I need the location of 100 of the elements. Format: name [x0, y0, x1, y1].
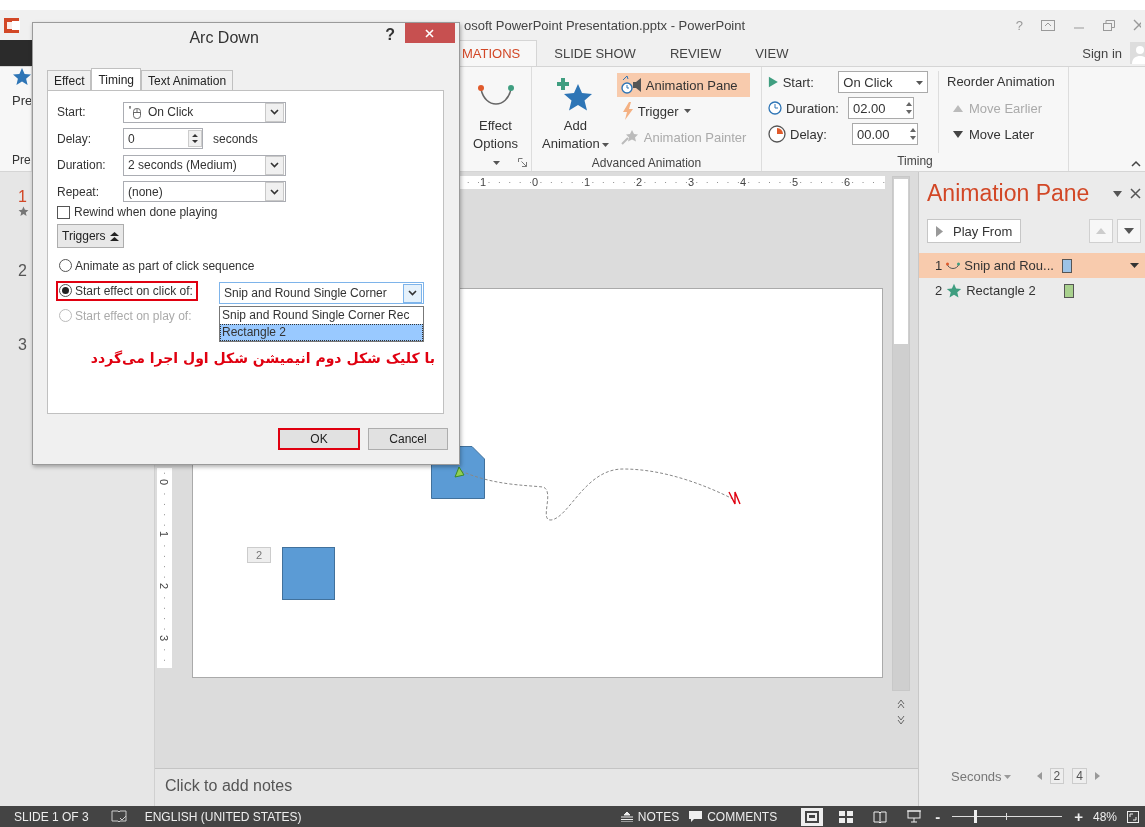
dialog-tab[interactable]: Text Animation: [141, 70, 234, 90]
previous-slide-icon[interactable]: [897, 699, 905, 709]
spinner-arrows-icon: [905, 100, 913, 116]
triggers-button[interactable]: Triggers: [57, 224, 124, 248]
animation-list-item[interactable]: 1 Snip and Rou...: [919, 253, 1145, 278]
spellcheck-icon[interactable]: [110, 810, 127, 823]
preview-button[interactable]: Pre: [12, 93, 31, 108]
ribbon-tab[interactable]: REVIEW: [652, 40, 739, 66]
dialog-launcher-icon[interactable]: [518, 158, 527, 167]
start-dropdown[interactable]: On Click: [838, 71, 928, 93]
ribbon-tab[interactable]: VIEW: [738, 40, 806, 66]
zoom-thumb[interactable]: [974, 810, 978, 823]
sign-in-link[interactable]: Sign in: [1082, 40, 1130, 66]
caret-icon: [1003, 775, 1011, 780]
cancel-button[interactable]: Cancel: [368, 428, 448, 450]
rewind-checkbox[interactable]: Rewind when done playing: [57, 205, 443, 219]
move-down-button[interactable]: [1117, 219, 1141, 243]
view-button[interactable]: [801, 807, 824, 826]
window-title: osoft PowerPoint Presentation.pptx - PowerPoint: [464, 17, 746, 33]
dropdown[interactable]: On Click: [123, 101, 286, 123]
annotation-text: با کلیک شکل دوم انیمیشن شکل اول اجرا می‌گردد: [89, 350, 436, 366]
field-label: Delay:: [57, 131, 92, 146]
play-from-button[interactable]: Play From: [927, 219, 1022, 243]
ribbon-command[interactable]: Trigger: [616, 99, 751, 123]
group-label: Advanced Animation: [590, 155, 703, 171]
grid-view-icon: [839, 810, 854, 823]
add-animation-button[interactable]: Add Animation: [538, 71, 613, 155]
ruler-label: 2: [158, 582, 171, 590]
ribbon-display-icon[interactable]: [1041, 19, 1055, 31]
caret-icon: [493, 160, 500, 165]
radio-option[interactable]: Start effect on click of:: [56, 280, 198, 301]
normal-view-icon: [805, 810, 820, 823]
time-spinner[interactable]: 00.00: [852, 123, 918, 145]
ribbon-command[interactable]: Animation Pane: [616, 73, 751, 97]
fit-to-window-icon[interactable]: [1127, 810, 1139, 823]
slide-number[interactable]: 2: [18, 262, 27, 280]
triangle-up-icon: [1096, 228, 1106, 234]
ribbon-tab[interactable]: SLIDE SHOW: [537, 40, 653, 66]
ruler-label: 1: [158, 530, 171, 538]
chevron-down-icon: [270, 109, 279, 115]
arc-path-icon: [475, 83, 516, 107]
ruler-label: 5: [791, 176, 799, 189]
dropdown-option[interactable]: Rectangle 2: [220, 324, 423, 341]
field-label: Delay:: [790, 126, 828, 142]
chevron-down-icon: [270, 188, 279, 195]
effect-options-button[interactable]: Effect Options: [466, 71, 525, 173]
end-marker-icon: [728, 491, 741, 505]
dialog-tab[interactable]: Timing: [91, 68, 142, 91]
vertical-scrollbar[interactable]: [892, 176, 910, 691]
scroll-right-icon[interactable]: [1094, 772, 1100, 780]
zoom-level[interactable]: 48%: [1092, 809, 1117, 824]
scroll-left-icon[interactable]: [1036, 772, 1042, 780]
ok-button[interactable]: OK: [278, 428, 360, 450]
radio-option[interactable]: Animate as part of click sequence: [56, 255, 260, 276]
reorder-heading: Reorder Animation: [947, 73, 1055, 91]
star-icon: [18, 206, 29, 217]
dropdown[interactable]: (none): [123, 181, 286, 202]
close-button[interactable]: [405, 23, 455, 43]
zoom-out-button[interactable]: -: [935, 808, 941, 825]
time-spinner[interactable]: 02.00: [848, 97, 914, 119]
delay-spinner[interactable]: 0: [123, 128, 203, 149]
dropdown[interactable]: 2 seconds (Medium): [123, 154, 286, 176]
next-slide-icon[interactable]: [897, 715, 905, 725]
notes-placeholder[interactable]: Click to add notes: [165, 777, 293, 794]
animation-list-item[interactable]: 2 Rectangle 2: [919, 278, 1145, 303]
dialog-tab[interactable]: Effect: [47, 70, 92, 90]
caret-icon[interactable]: [1113, 190, 1122, 197]
field-label: Start:: [782, 74, 815, 90]
animation-tag: 2: [247, 547, 271, 563]
star-icon: [12, 67, 31, 87]
help-button[interactable]: ?: [385, 26, 395, 44]
chevron-down-icon: [408, 290, 417, 296]
trigger-dropdown[interactable]: Snip and Round Single Corner: [219, 282, 424, 304]
slide-number[interactable]: 1: [18, 188, 27, 206]
caret-icon[interactable]: [1130, 263, 1139, 268]
ruler-label: 3: [158, 634, 171, 642]
scrollbar-thumb[interactable]: [894, 179, 908, 344]
zoom-in-button[interactable]: +: [1074, 808, 1083, 825]
play-icon: [768, 75, 779, 89]
close-icon[interactable]: [1130, 188, 1141, 199]
collapse-ribbon-icon[interactable]: [1131, 160, 1141, 167]
comments-button[interactable]: COMMENTS: [689, 809, 778, 824]
field-label: Repeat:: [57, 184, 101, 199]
app-logo-icon[interactable]: [4, 16, 21, 34]
delay-clock-icon: [768, 125, 786, 143]
ruler-label: 0: [158, 478, 171, 486]
slide-number[interactable]: 3: [18, 336, 27, 354]
ruler-label: 0: [531, 176, 539, 189]
ruler-label: 2: [635, 176, 643, 189]
triangle-down-icon: [953, 130, 963, 138]
notes-button[interactable]: NOTES: [620, 809, 680, 824]
ribbon-tab[interactable]: MATIONS: [460, 40, 538, 66]
dropdown-option[interactable]: Snip and Round Single Corner Rec: [220, 307, 423, 324]
start-marker-icon: [454, 466, 465, 478]
restore-icon[interactable]: [1103, 19, 1115, 31]
notes-icon: [620, 811, 633, 822]
seconds-dropdown[interactable]: Seconds: [951, 768, 1011, 784]
language-indicator[interactable]: ENGLISH (UNITED STATES): [144, 809, 302, 824]
reorder-button[interactable]: Move Later: [947, 123, 1055, 145]
spinner-arrows-icon: [188, 130, 202, 147]
